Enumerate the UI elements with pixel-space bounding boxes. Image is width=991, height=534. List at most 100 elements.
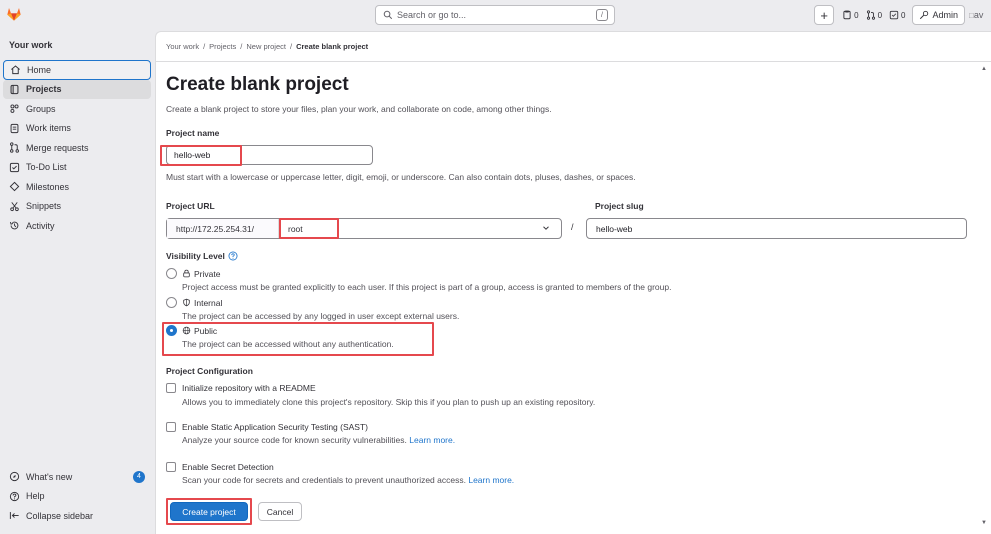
sidebar-item-snippets[interactable]: Snippets (3, 197, 151, 217)
project-name-label: Project name (166, 128, 220, 138)
sidebar-item-work-items[interactable]: Work items (3, 119, 151, 139)
project-slug-input[interactable]: hello-web (586, 218, 967, 239)
scroll-down-arrow-icon[interactable]: ▼ (981, 520, 987, 526)
sidebar-item-label: What's new (26, 471, 73, 482)
sidebar-item-groups[interactable]: Groups (3, 99, 151, 119)
avatar[interactable]: □ av (969, 5, 991, 25)
project-name-input[interactable]: hello-web (166, 145, 373, 165)
todo-icon (889, 10, 899, 20)
shield-icon (183, 298, 190, 307)
readme-checkbox[interactable] (166, 383, 176, 393)
namespace-select[interactable]: root (279, 219, 561, 238)
issues-counter[interactable]: 0 (842, 10, 859, 20)
search-input[interactable]: Search or go to... / (375, 5, 615, 25)
issues-count: 0 (854, 10, 859, 20)
search-placeholder: Search or go to... (397, 10, 467, 20)
merge-request-icon (866, 10, 875, 20)
sidebar-item-help[interactable]: Help (3, 487, 151, 507)
sast-help: Analyze your source code for known secur… (182, 435, 455, 445)
milestone-icon (9, 181, 20, 192)
todo-icon (9, 162, 20, 172)
project-slug-label: Project slug (595, 201, 644, 211)
project-name-help: Must start with a lowercase or uppercase… (166, 172, 636, 182)
breadcrumb-new-project[interactable]: New project (246, 42, 286, 51)
sidebar-item-label: Help (26, 491, 45, 502)
cancel-button[interactable]: Cancel (258, 502, 302, 521)
visibility-private-option[interactable]: Private (166, 268, 220, 279)
visibility-public-label: Public (194, 325, 218, 336)
readme-label: Initialize repository with a README (182, 383, 316, 393)
namespace-value: root (288, 223, 303, 234)
admin-label: Admin (932, 10, 958, 20)
project-name-value: hello-web (174, 150, 211, 160)
visibility-private-label: Private (194, 268, 221, 279)
breadcrumb-your-work[interactable]: Your work (166, 42, 199, 51)
group-icon (10, 104, 19, 114)
secret-detection-learn-more-link[interactable]: Learn more. (468, 475, 514, 485)
sast-label: Enable Static Application Security Testi… (182, 422, 368, 432)
history-icon (9, 221, 19, 230)
sast-checkbox[interactable] (166, 422, 176, 432)
page-description: Create a blank project to store your fil… (166, 104, 552, 114)
sidebar-item-home[interactable]: Home (3, 60, 151, 80)
merge-requests-counter[interactable]: 0 (866, 10, 882, 20)
breadcrumb-separator: / (240, 42, 243, 51)
sidebar-item-projects[interactable]: Projects (3, 79, 151, 99)
create-project-button[interactable]: Create project (170, 502, 248, 521)
url-slug-separator: / (571, 222, 574, 232)
todos-counter[interactable]: 0 (889, 10, 905, 20)
readme-help-text: Allows you to immediately clone this pro… (182, 397, 596, 407)
create-new-button[interactable]: + (814, 5, 835, 25)
visibility-level-label: Visibility Level (166, 251, 238, 261)
sidebar-item-label: Groups (26, 103, 56, 114)
sidebar-item-label: Merge requests (26, 142, 89, 153)
project-slug-value: hello-web (596, 223, 633, 234)
work-items-icon (10, 123, 19, 133)
gitlab-logo-icon[interactable] (6, 6, 22, 22)
merge-request-icon (10, 142, 19, 153)
sidebar-item-milestones[interactable]: Milestones (3, 177, 151, 197)
visibility-public-radio[interactable] (166, 325, 177, 336)
scroll-up-arrow-icon[interactable]: ▲ (981, 66, 987, 72)
visibility-internal-radio[interactable] (166, 297, 177, 308)
secret-detection-option[interactable]: Enable Secret Detection (166, 462, 274, 472)
question-help-icon[interactable] (228, 251, 238, 261)
secret-detection-help-text: Scan your code for secrets and credentia… (182, 475, 466, 485)
lock-icon (183, 269, 190, 278)
sidebar-item-merge-requests[interactable]: Merge requests (3, 138, 151, 158)
chevron-down-icon (543, 226, 549, 230)
visibility-internal-label: Internal (194, 297, 223, 308)
search-shortcut: / (596, 9, 608, 21)
visibility-internal-option[interactable]: Internal (166, 297, 222, 308)
secret-detection-checkbox[interactable] (166, 462, 176, 472)
project-url-label: Project URL (166, 201, 215, 211)
sidebar-item-label: Milestones (26, 181, 70, 192)
whats-new-count-badge: 4 (133, 470, 145, 483)
secret-detection-help: Scan your code for secrets and credentia… (182, 475, 514, 485)
breadcrumb-current: Create blank project (296, 42, 369, 51)
sidebar: Your work Home Projects Groups Work item… (0, 30, 154, 534)
visibility-public-option[interactable]: Public (166, 325, 217, 336)
readme-option[interactable]: Initialize repository with a README (166, 383, 316, 393)
sidebar-item-label: Snippets (26, 201, 62, 212)
visibility-level-text: Visibility Level (166, 251, 225, 261)
project-url-prefix: http://172.25.254.31/ (167, 219, 279, 238)
snippet-icon (10, 201, 19, 211)
readme-help: Allows you to immediately clone this pro… (182, 397, 595, 407)
sast-learn-more-link[interactable]: Learn more. (409, 435, 455, 445)
help-icon (9, 491, 20, 501)
sidebar-item-activity[interactable]: Activity (3, 216, 151, 236)
issues-icon (843, 10, 851, 20)
breadcrumb-projects[interactable]: Projects (209, 42, 236, 51)
admin-button[interactable]: Admin (912, 5, 965, 25)
sidebar-item-collapse[interactable]: Collapse sidebar (3, 506, 151, 526)
sidebar-item-whats-new[interactable]: What's new 4 (3, 467, 151, 487)
breadcrumb-divider (156, 61, 991, 62)
sidebar-item-todo-list[interactable]: To-Do List (3, 158, 151, 178)
secret-detection-label: Enable Secret Detection (182, 462, 274, 472)
sidebar-bottom-nav: What's new 4 Help Collapse sidebar (3, 467, 151, 526)
sast-option[interactable]: Enable Static Application Security Testi… (166, 422, 368, 432)
visibility-private-radio[interactable] (166, 268, 177, 279)
breadcrumb: Your work / Projects / New project / Cre… (166, 42, 372, 51)
breadcrumb-separator: / (289, 42, 293, 51)
